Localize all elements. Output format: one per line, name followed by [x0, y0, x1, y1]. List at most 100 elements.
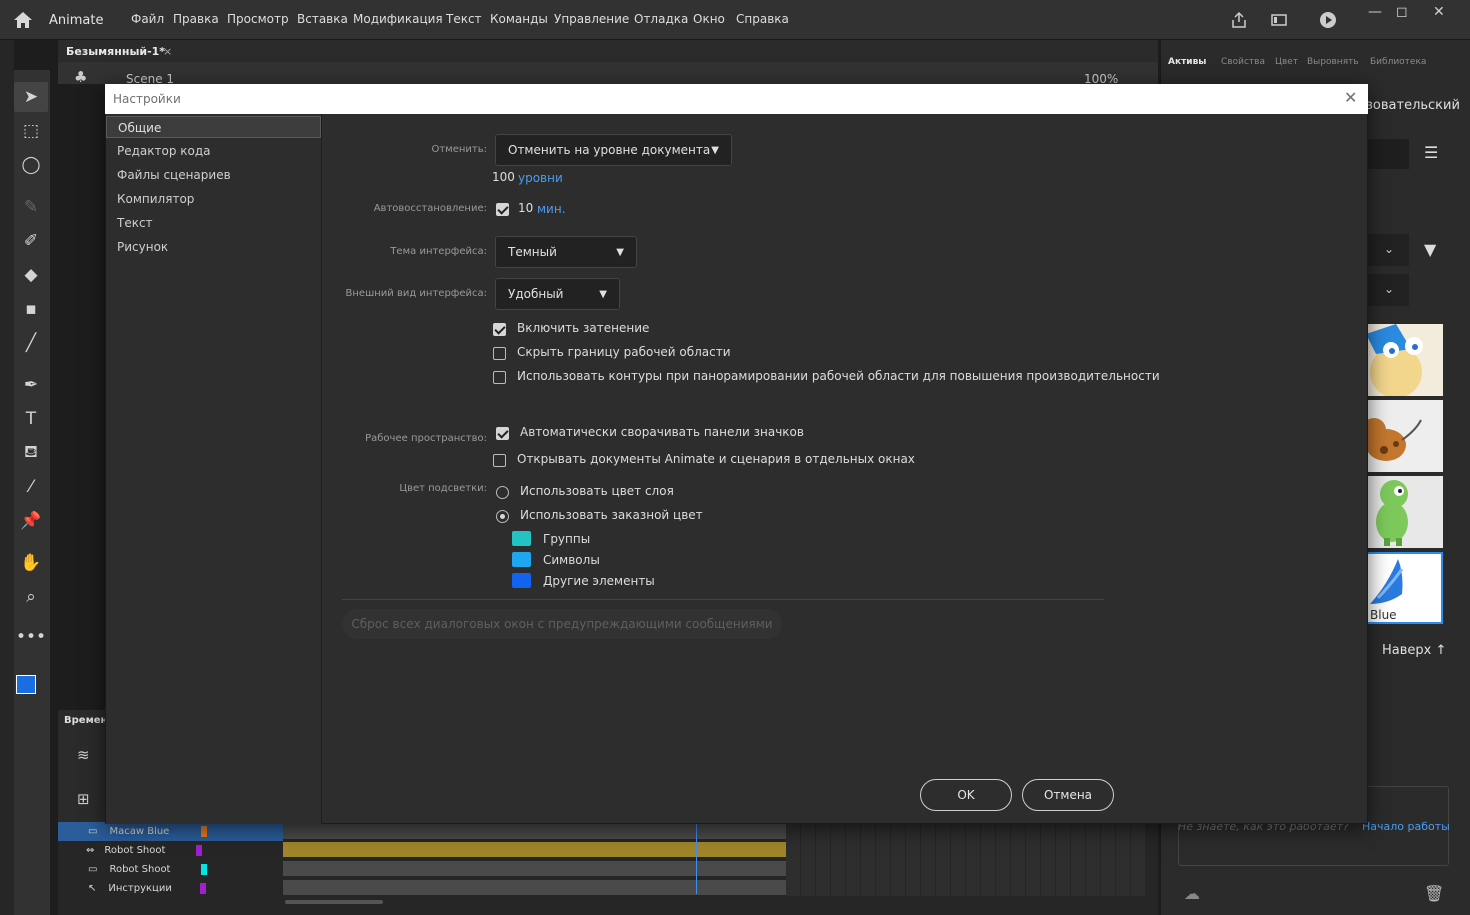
frame-span[interactable]: [283, 842, 786, 857]
bone-tool-icon[interactable]: ✎: [14, 192, 48, 222]
layer-row[interactable]: ⇔ Robot Shoot: [58, 841, 283, 860]
document-tab[interactable]: Безымянный-1*: [66, 45, 165, 58]
frame-span[interactable]: [283, 861, 786, 876]
layers-icon[interactable]: ≋: [77, 746, 90, 764]
menu-edit[interactable]: Правка: [173, 12, 219, 26]
symbols-color-swatch[interactable]: [512, 552, 531, 567]
groups-label: Группы: [543, 532, 591, 546]
reset-warnings-button[interactable]: Сброс всех диалоговых окон с предупрежда…: [342, 609, 782, 639]
timeline-scrollbar[interactable]: [285, 900, 383, 904]
close-icon[interactable]: ✕: [1433, 4, 1445, 20]
filter-icon[interactable]: ▼: [1424, 240, 1436, 259]
line-tool-icon[interactable]: ╱: [14, 328, 48, 358]
tab-library[interactable]: Библиотека: [1370, 57, 1426, 67]
category-code-editor[interactable]: Редактор кода: [106, 140, 321, 162]
ok-button[interactable]: OK: [920, 779, 1012, 811]
asset-thumbnail-selected[interactable]: Blue: [1366, 552, 1443, 624]
tab-color[interactable]: Цвет: [1275, 57, 1298, 67]
menu-debug[interactable]: Отладка: [634, 12, 688, 26]
dialog-close-icon[interactable]: ✕: [1344, 88, 1357, 107]
auto-collapse-checkbox[interactable]: [496, 427, 509, 440]
playhead[interactable]: [696, 824, 697, 894]
highlight-label: Цвет подсветки:: [399, 483, 487, 494]
scene-icon[interactable]: ♣: [74, 68, 87, 86]
category-general[interactable]: Общие: [106, 116, 321, 138]
menu-text[interactable]: Текст: [446, 12, 482, 26]
hide-border-checkbox[interactable]: [493, 347, 506, 360]
menu-control[interactable]: Управление: [554, 12, 629, 26]
groups-color-swatch[interactable]: [512, 531, 531, 546]
category-text[interactable]: Текст: [106, 212, 321, 234]
layer-row[interactable]: ↖ Инструкции: [58, 879, 283, 898]
rectangle-icon[interactable]: ▪: [14, 294, 48, 324]
tab-assets[interactable]: Активы: [1168, 57, 1206, 67]
custom-color-radio[interactable]: [496, 510, 509, 523]
sort-dropdown[interactable]: ⌄: [1366, 274, 1409, 306]
hand-icon[interactable]: ✋: [14, 548, 48, 578]
lasso-icon[interactable]: ◯: [14, 150, 48, 180]
other-color-swatch[interactable]: [512, 573, 531, 588]
ui-look-dropdown[interactable]: Удобный ▼: [495, 278, 620, 310]
asset-thumbnail[interactable]: [1362, 400, 1443, 472]
frame-span[interactable]: [283, 880, 786, 895]
asset-thumbnail[interactable]: [1366, 324, 1443, 398]
tab-align[interactable]: Выровнять: [1307, 57, 1359, 67]
layer-row[interactable]: ▭ Robot Shoot: [58, 860, 283, 879]
text-tool-icon[interactable]: T: [14, 404, 48, 434]
symbols-label: Символы: [543, 553, 600, 567]
fill-color-swatch[interactable]: [16, 675, 36, 694]
theme-dropdown[interactable]: Темный ▼: [495, 236, 637, 268]
selection-tool-icon[interactable]: ➤: [14, 82, 48, 112]
separate-windows-checkbox[interactable]: [493, 454, 506, 467]
category-drawing[interactable]: Рисунок: [106, 236, 321, 258]
menu-view[interactable]: Просмотр: [227, 12, 289, 26]
undo-dropdown[interactable]: Отменить на уровне документа ▼: [495, 134, 732, 166]
menu-file[interactable]: Файл: [131, 12, 164, 26]
add-layer-icon[interactable]: ⊞: [77, 790, 90, 808]
category-dropdown[interactable]: ⌄: [1366, 234, 1409, 266]
pin-icon[interactable]: 📌: [14, 506, 48, 536]
home-icon[interactable]: [12, 10, 34, 30]
autorecover-minutes[interactable]: 10: [518, 201, 533, 215]
search-field[interactable]: [1366, 139, 1409, 169]
free-transform-icon[interactable]: ⬚: [14, 116, 48, 146]
outlines-checkbox[interactable]: [493, 371, 506, 384]
layer-row[interactable]: ▭ Macaw Blue: [58, 822, 283, 841]
pen-icon[interactable]: ✒: [14, 370, 48, 400]
asset-thumbnail[interactable]: [1366, 476, 1443, 548]
category-script-files[interactable]: Файлы сценариев: [106, 164, 321, 186]
eyedropper-icon[interactable]: ⁄: [14, 472, 48, 502]
play-icon[interactable]: [1319, 11, 1337, 29]
paint-bucket-icon[interactable]: ⛾: [14, 438, 48, 468]
trash-icon[interactable]: 🗑: [1424, 884, 1444, 903]
tab-properties[interactable]: Свойства: [1221, 57, 1265, 67]
layer-color-tag: [200, 883, 207, 894]
category-compiler[interactable]: Компилятор: [106, 188, 321, 210]
more-tools-icon[interactable]: •••: [14, 622, 48, 652]
undo-levels-count[interactable]: 100: [492, 170, 515, 184]
menu-help[interactable]: Справка: [736, 12, 789, 26]
getting-started-link[interactable]: Начало работы: [1362, 820, 1450, 833]
menu-commands[interactable]: Команды: [490, 12, 548, 26]
scroll-up-link[interactable]: Наверх ↑: [1382, 643, 1446, 658]
close-tab-icon[interactable]: ×: [163, 45, 172, 58]
menu-insert[interactable]: Вставка: [297, 12, 348, 26]
upload-cloud-icon[interactable]: ☁: [1184, 884, 1200, 903]
cancel-button[interactable]: Отмена: [1022, 779, 1114, 811]
menu-window[interactable]: Окно: [693, 12, 725, 26]
menu-modify[interactable]: Модификация: [353, 12, 443, 26]
eraser-icon[interactable]: ◆: [14, 260, 48, 290]
timeline-title[interactable]: Времен: [64, 715, 107, 726]
frame-span[interactable]: [283, 824, 786, 839]
maximize-icon[interactable]: ◻: [1396, 4, 1408, 20]
list-view-icon[interactable]: ☰: [1424, 143, 1438, 162]
share-icon[interactable]: [1230, 11, 1248, 29]
layer-color-radio[interactable]: [496, 486, 509, 499]
autorecover-checkbox[interactable]: [496, 203, 509, 216]
brush-icon[interactable]: ✐: [14, 226, 48, 256]
shading-checkbox[interactable]: [493, 323, 506, 336]
zoom-icon[interactable]: ⌕: [14, 582, 48, 612]
empty-frames[interactable]: [786, 824, 1146, 896]
workspace-icon[interactable]: [1270, 11, 1288, 29]
minimize-icon[interactable]: —: [1368, 4, 1382, 20]
